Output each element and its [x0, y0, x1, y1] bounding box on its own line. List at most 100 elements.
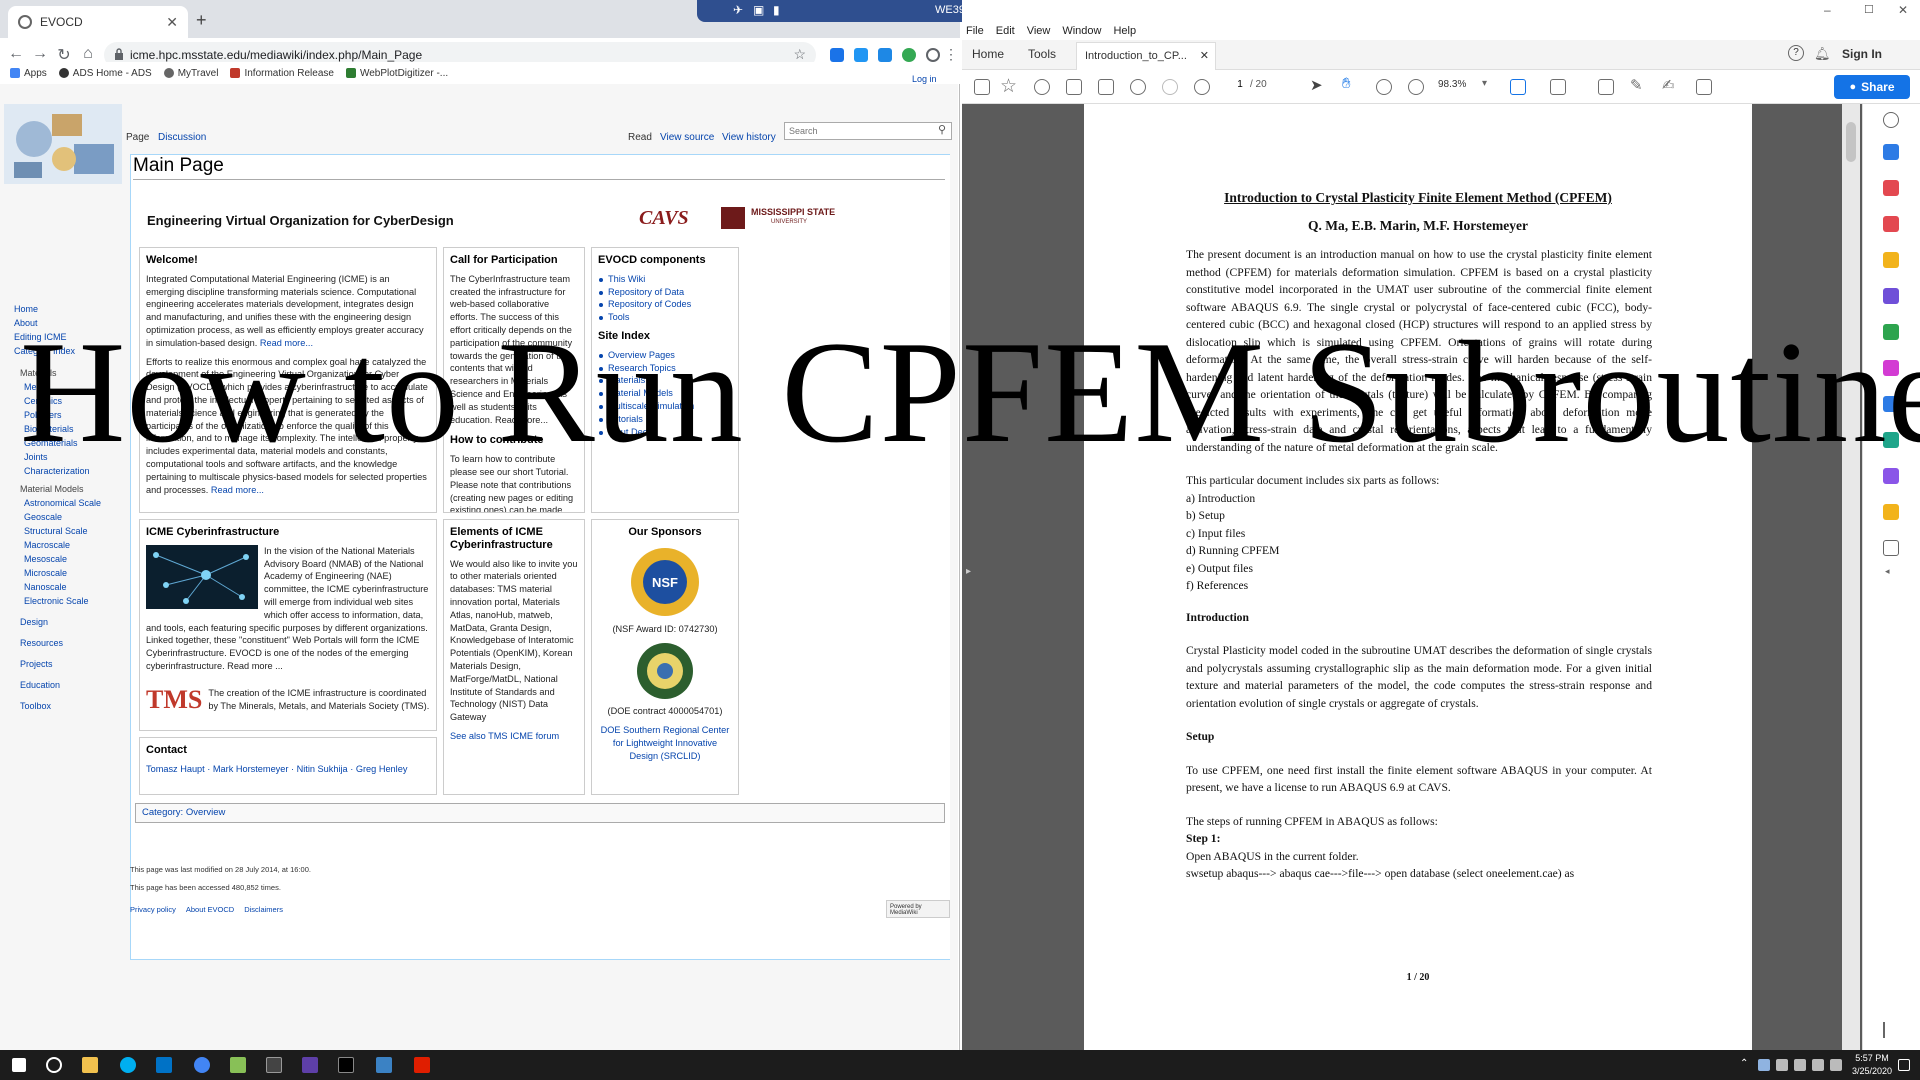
zoom-in-icon[interactable] — [1408, 79, 1424, 95]
bookmark-ads[interactable]: ADS Home - ADS — [58, 68, 152, 79]
menu-file[interactable]: File — [966, 25, 984, 37]
bookmark-star-icon[interactable]: ☆ — [793, 46, 806, 63]
sidebar-link-model[interactable]: Structural Scale — [14, 524, 124, 538]
translate-extension-icon[interactable] — [878, 48, 892, 62]
fill-sign-icon[interactable] — [1883, 360, 1899, 376]
mediawiki-badge[interactable]: Powered by MediaWiki — [886, 900, 950, 918]
send-for-review-icon[interactable] — [1883, 432, 1899, 448]
site-index-link[interactable]: Research Topics — [598, 362, 732, 375]
email-icon[interactable] — [1098, 79, 1114, 95]
sidebar-link-model[interactable]: Mesoscale — [14, 552, 124, 566]
create-pdf-icon[interactable] — [1883, 144, 1899, 160]
export-pdf-icon[interactable] — [1883, 180, 1899, 196]
site-index-link[interactable]: Input Decks — [598, 426, 732, 439]
bookmark-webplotdigitizer[interactable]: WebPlotDigitizer -... — [345, 68, 448, 79]
window-minimize-icon[interactable]: – — [1824, 3, 1831, 17]
grammarly-icon[interactable] — [902, 48, 916, 62]
tab-home[interactable]: Home — [972, 47, 1004, 61]
terminal-icon[interactable] — [338, 1057, 354, 1073]
contact-names[interactable]: Tomasz Haupt · Mark Horstemeyer · Nitin … — [146, 763, 430, 776]
sidebar-link[interactable]: Editing ICME — [14, 330, 124, 344]
site-index-link[interactable]: Tutorials — [598, 413, 732, 426]
visual-studio-icon[interactable] — [302, 1057, 318, 1073]
share-button[interactable]: ● Share — [1834, 75, 1910, 99]
protect-icon[interactable] — [1883, 396, 1899, 412]
window-maximize-icon[interactable]: ☐ — [1864, 3, 1874, 16]
zoom-out-icon[interactable] — [1376, 79, 1392, 95]
more-tools-icon[interactable] — [1883, 504, 1899, 520]
page-up-icon[interactable] — [1162, 79, 1178, 95]
site-index-link[interactable]: Multiscale Simulation — [598, 400, 732, 413]
skype-icon[interactable] — [120, 1057, 136, 1073]
tag-icon[interactable] — [1696, 79, 1712, 95]
zoom-level[interactable]: 98.3% — [1438, 79, 1466, 90]
profile-icon[interactable] — [926, 48, 940, 62]
scroll-mode-icon[interactable] — [1550, 79, 1566, 95]
close-doc-icon[interactable]: ✕ — [1200, 49, 1209, 62]
sign-in-button[interactable]: Sign In — [1842, 47, 1882, 61]
select-cursor-icon[interactable]: ➤ — [1310, 76, 1323, 94]
window-close-icon[interactable]: ✕ — [1898, 3, 1908, 17]
component-link[interactable]: Repository of Data — [598, 286, 732, 299]
sidebar-link[interactable]: About — [14, 316, 124, 330]
disclaimers-link[interactable]: Disclaimers — [244, 901, 283, 919]
component-link[interactable]: Tools — [598, 311, 732, 324]
bookmark-info-release[interactable]: Information Release — [230, 68, 334, 79]
close-tab-icon[interactable]: ✕ — [166, 14, 178, 31]
organize-pages-icon[interactable] — [1883, 216, 1899, 232]
print-icon[interactable] — [1066, 79, 1082, 95]
site-index-link[interactable]: Materials — [598, 374, 732, 387]
pen-icon[interactable]: ✎ — [1630, 76, 1643, 94]
doe-link[interactable]: DOE Southern Regional Center for Lightwe… — [598, 724, 732, 762]
read-more-link-2[interactable]: Read more... — [211, 485, 264, 495]
pin-icon[interactable]: ✈ — [733, 3, 743, 17]
browser-tab[interactable]: EVOCD ✕ — [8, 6, 188, 38]
webex-icon[interactable] — [376, 1057, 392, 1073]
sidebar-link-material[interactable]: Ceramics — [14, 394, 124, 408]
page-down-icon[interactable] — [1194, 79, 1210, 95]
tab-tools[interactable]: Tools — [1028, 47, 1056, 61]
bookmark-apps[interactable]: Apps — [10, 68, 47, 79]
tab-document[interactable]: Introduction_to_CP... ✕ — [1076, 42, 1216, 70]
display-icon[interactable] — [1794, 1059, 1806, 1071]
chrome-icon[interactable] — [194, 1057, 210, 1073]
bookmark-star-icon[interactable]: ☆ — [1000, 75, 1017, 98]
privacy-link[interactable]: Privacy policy — [130, 901, 176, 919]
about-link[interactable]: About EVOCD — [186, 901, 234, 919]
zoom-search-icon[interactable] — [1130, 79, 1146, 95]
sidebar-link[interactable]: Home — [14, 302, 124, 316]
page-number-input[interactable]: 1 — [1232, 79, 1248, 90]
menu-edit[interactable]: Edit — [996, 25, 1015, 37]
request-signatures-icon[interactable] — [1883, 468, 1899, 484]
search-icon[interactable]: ⚲ — [938, 123, 946, 136]
tms-forum-link[interactable]: See also TMS ICME forum — [450, 730, 578, 743]
expand-panel-icon[interactable] — [1883, 1022, 1889, 1038]
sidebar-heading-models[interactable]: Material Models — [14, 482, 124, 496]
comment-icon[interactable] — [1598, 79, 1614, 95]
network-icon[interactable] — [1776, 1059, 1788, 1071]
comment-tool-icon[interactable] — [1883, 252, 1899, 268]
collapse-panel-icon[interactable]: ◂ — [1885, 566, 1890, 577]
sidebar-link-model[interactable]: Electronic Scale — [14, 594, 124, 608]
snipping-tool-icon[interactable] — [266, 1057, 282, 1073]
home-icon[interactable]: ⌂ — [78, 45, 98, 63]
help-icon[interactable]: ? — [1788, 45, 1804, 61]
fit-page-icon[interactable] — [1510, 79, 1526, 95]
volume-icon[interactable] — [1812, 1059, 1824, 1071]
edit-pdf-icon[interactable] — [1883, 324, 1899, 340]
sidebar-section[interactable]: Education — [14, 678, 124, 692]
windows-extension-icon[interactable] — [830, 48, 844, 62]
menu-kebab-icon[interactable]: ⋮ — [944, 46, 958, 63]
combine-files-icon[interactable] — [1883, 288, 1899, 304]
clock[interactable]: 5:57 PM 3/25/2020 — [1852, 1052, 1892, 1078]
sidebar-section[interactable]: Resources — [14, 636, 124, 650]
customize-tools-icon[interactable] — [1883, 540, 1899, 556]
sidebar-link-material[interactable]: Biomaterials — [14, 422, 124, 436]
sidebar-link-material[interactable]: Characterization — [14, 464, 124, 478]
login-link[interactable]: Log in — [912, 74, 937, 84]
back-icon[interactable]: ← — [6, 45, 26, 63]
sidebar-link-model[interactable]: Nanoscale — [14, 580, 124, 594]
left-panel-toggle-icon[interactable]: ▸ — [966, 566, 971, 577]
tab-page[interactable]: Page — [126, 132, 149, 143]
sidebar-link-model[interactable]: Macroscale — [14, 538, 124, 552]
